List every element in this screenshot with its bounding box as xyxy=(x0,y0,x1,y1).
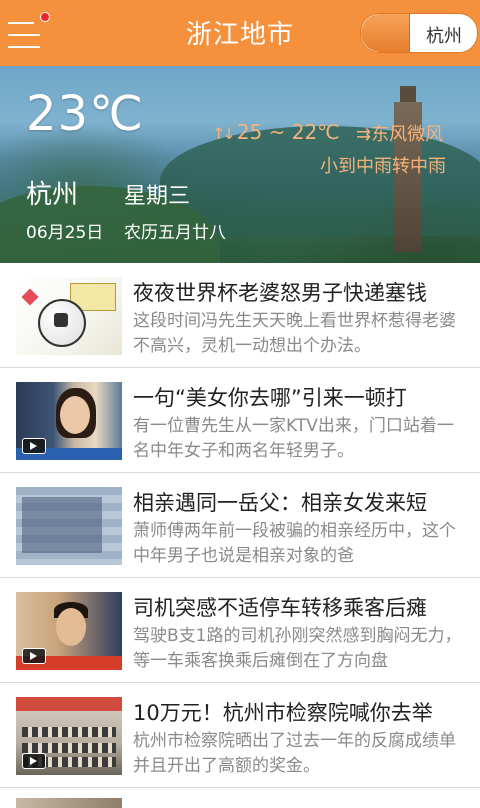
weather-city: 杭州 xyxy=(26,180,79,210)
thumbnail-face xyxy=(56,608,86,646)
top-bar: 浙江地市 杭州 xyxy=(0,0,480,66)
news-summary: 驾驶B支1路的司机孙刚突然感到胸闷无力，等一车乘客换乘后瘫倒在了方向盘 xyxy=(133,626,462,671)
weekday: 星期三 xyxy=(124,184,191,209)
video-play-icon xyxy=(22,438,46,454)
video-play-icon xyxy=(22,753,46,769)
up-down-arrow-icon: ↑↓ xyxy=(212,124,236,143)
news-title: 夜夜世界杯老婆怒男子快递塞钱 xyxy=(133,281,427,305)
news-summary: 有一位曹先生从一家KTV出来，门口站着一名中年女子和两名年轻男子。 xyxy=(133,416,454,461)
thumbnail-crowd-row xyxy=(22,743,116,753)
weather-condition: 小到中雨转中雨 xyxy=(320,156,446,177)
news-item[interactable]: 夜夜世界杯老婆怒男子快递塞钱 这段时间冯先生天天晚上看世界杯惹得老婆不高兴，灵机… xyxy=(0,263,480,368)
thumbnail-text-block xyxy=(22,497,102,553)
thumbnail-crowd-row xyxy=(22,727,116,737)
news-thumbnail xyxy=(16,592,122,670)
news-title: 10万元！杭州市检察院喊你去举 xyxy=(133,701,433,725)
city-switch-button[interactable]: 杭州 xyxy=(360,13,478,53)
news-thumbnail xyxy=(16,487,122,565)
temperature-range: ↑↓ 25 ~ 22℃ xyxy=(212,120,340,144)
news-summary: 萧师傅两年前一段被骗的相亲经历中，这个中年男子也说是相亲对象的爸 xyxy=(133,521,456,566)
wind-icon: ⇉ xyxy=(356,124,372,145)
news-list: 夜夜世界杯老婆怒男子快递塞钱 这段时间冯先生天天晚上看世界杯惹得老婆不高兴，灵机… xyxy=(0,263,480,808)
thumbnail-face xyxy=(60,396,90,434)
switch-knob xyxy=(361,14,410,52)
news-title: 司机突感不适停车转移乘客后瘫 xyxy=(133,596,427,620)
weather-banner[interactable]: 23℃ ↑↓ 25 ~ 22℃ ⇉东风微风 小到中雨转中雨 杭州 星期三 06月2… xyxy=(0,66,480,263)
date: 06月25日 xyxy=(26,223,104,243)
news-item[interactable]: 10万元！杭州市检察院喊你去举 杭州市检察院晒出了过去一年的反腐成绩单并且开出了… xyxy=(0,683,480,788)
temperature-range-value: 25 ~ 22℃ xyxy=(236,120,340,144)
news-item[interactable]: 相亲遇同一岳父：相亲女发来短 萧师傅两年前一段被骗的相亲经历中，这个中年男子也说… xyxy=(0,473,480,578)
news-item[interactable]: 司机突感不适停车转移乘客后瘫 驾驶B支1路的司机孙刚突然感到胸闷无力，等一车乘客… xyxy=(0,578,480,683)
news-summary: 杭州市检察院晒出了过去一年的反腐成绩单并且开出了高额的奖金。 xyxy=(133,731,456,776)
heart-icon xyxy=(21,288,39,306)
current-temperature: 23℃ xyxy=(26,86,144,142)
thumbnail-ball xyxy=(38,299,86,347)
wind-text: 东风微风 xyxy=(371,124,444,145)
news-thumbnail xyxy=(16,382,122,460)
lunar-date: 农历五月廿八 xyxy=(124,223,226,243)
news-thumbnail xyxy=(16,697,122,775)
news-item-partial[interactable] xyxy=(0,788,480,808)
news-thumbnail xyxy=(16,277,122,355)
news-item[interactable]: 一句“美女你去哪”引来一顿打 有一位曹先生从一家KTV出来，门口站着一名中年女子… xyxy=(0,368,480,473)
wind-info: ⇉东风微风 xyxy=(356,120,443,146)
news-title: 相亲遇同一岳父：相亲女发来短 xyxy=(133,491,427,515)
city-switch-label: 杭州 xyxy=(426,26,462,47)
news-title: 一句“美女你去哪”引来一顿打 xyxy=(133,386,407,410)
news-summary: 这段时间冯先生天天晚上看世界杯惹得老婆不高兴，灵机一动想出个办法。 xyxy=(133,311,456,356)
video-play-icon xyxy=(22,648,46,664)
